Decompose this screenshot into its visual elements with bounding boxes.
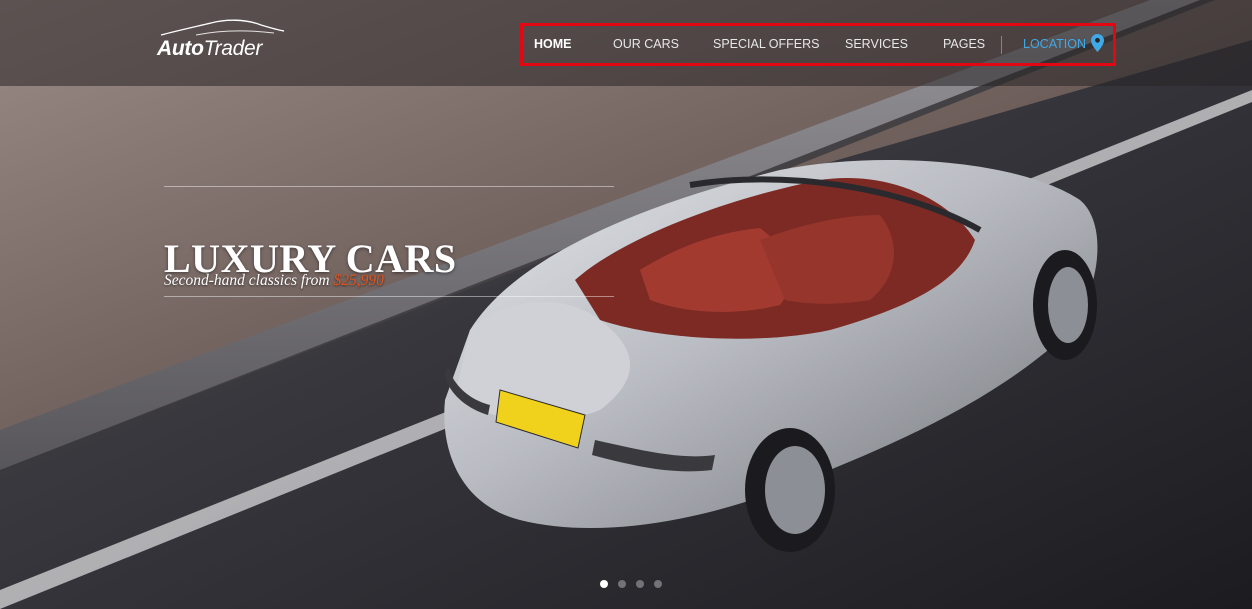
slider-dot-3[interactable] — [636, 580, 644, 588]
slider-pagination — [600, 580, 670, 590]
hero-background-image — [0, 0, 1252, 609]
site-logo[interactable]: AutoTrader — [156, 17, 286, 63]
hero-subline-text: Second-hand classics from — [164, 271, 334, 289]
main-menu: HOME OUR CARS SPECIAL OFFERS SERVICES PA… — [523, 26, 1113, 63]
slider-dot-2[interactable] — [618, 580, 626, 588]
hero-price: $25,990 — [333, 271, 384, 289]
map-pin-icon[interactable] — [1091, 34, 1104, 52]
nav-item-location[interactable]: LOCATION — [1023, 37, 1086, 51]
top-navigation-bar: AutoTrader HOME OUR CARS SPECIAL OFFERS … — [0, 0, 1252, 86]
nav-item-home[interactable]: HOME — [534, 37, 572, 51]
caption-divider-bottom — [164, 296, 614, 297]
nav-divider — [1001, 36, 1002, 54]
hero-caption: LUXURY CARS Second-hand classics from $2… — [164, 186, 614, 298]
logo-wordmark: AutoTrader — [157, 37, 263, 60]
slider-dot-1[interactable] — [600, 580, 608, 588]
nav-item-pages[interactable]: PAGES — [943, 37, 985, 51]
main-menu-highlight: HOME OUR CARS SPECIAL OFFERS SERVICES PA… — [520, 23, 1116, 66]
hero-subline: Second-hand classics from $25,990 — [164, 272, 384, 290]
slider-dot-4[interactable] — [654, 580, 662, 588]
caption-divider-top — [164, 186, 614, 187]
nav-item-special-offers[interactable]: SPECIAL OFFERS — [713, 37, 820, 51]
nav-item-services[interactable]: SERVICES — [845, 37, 908, 51]
nav-item-our-cars[interactable]: OUR CARS — [613, 37, 679, 51]
hero-slider — [0, 0, 1252, 609]
